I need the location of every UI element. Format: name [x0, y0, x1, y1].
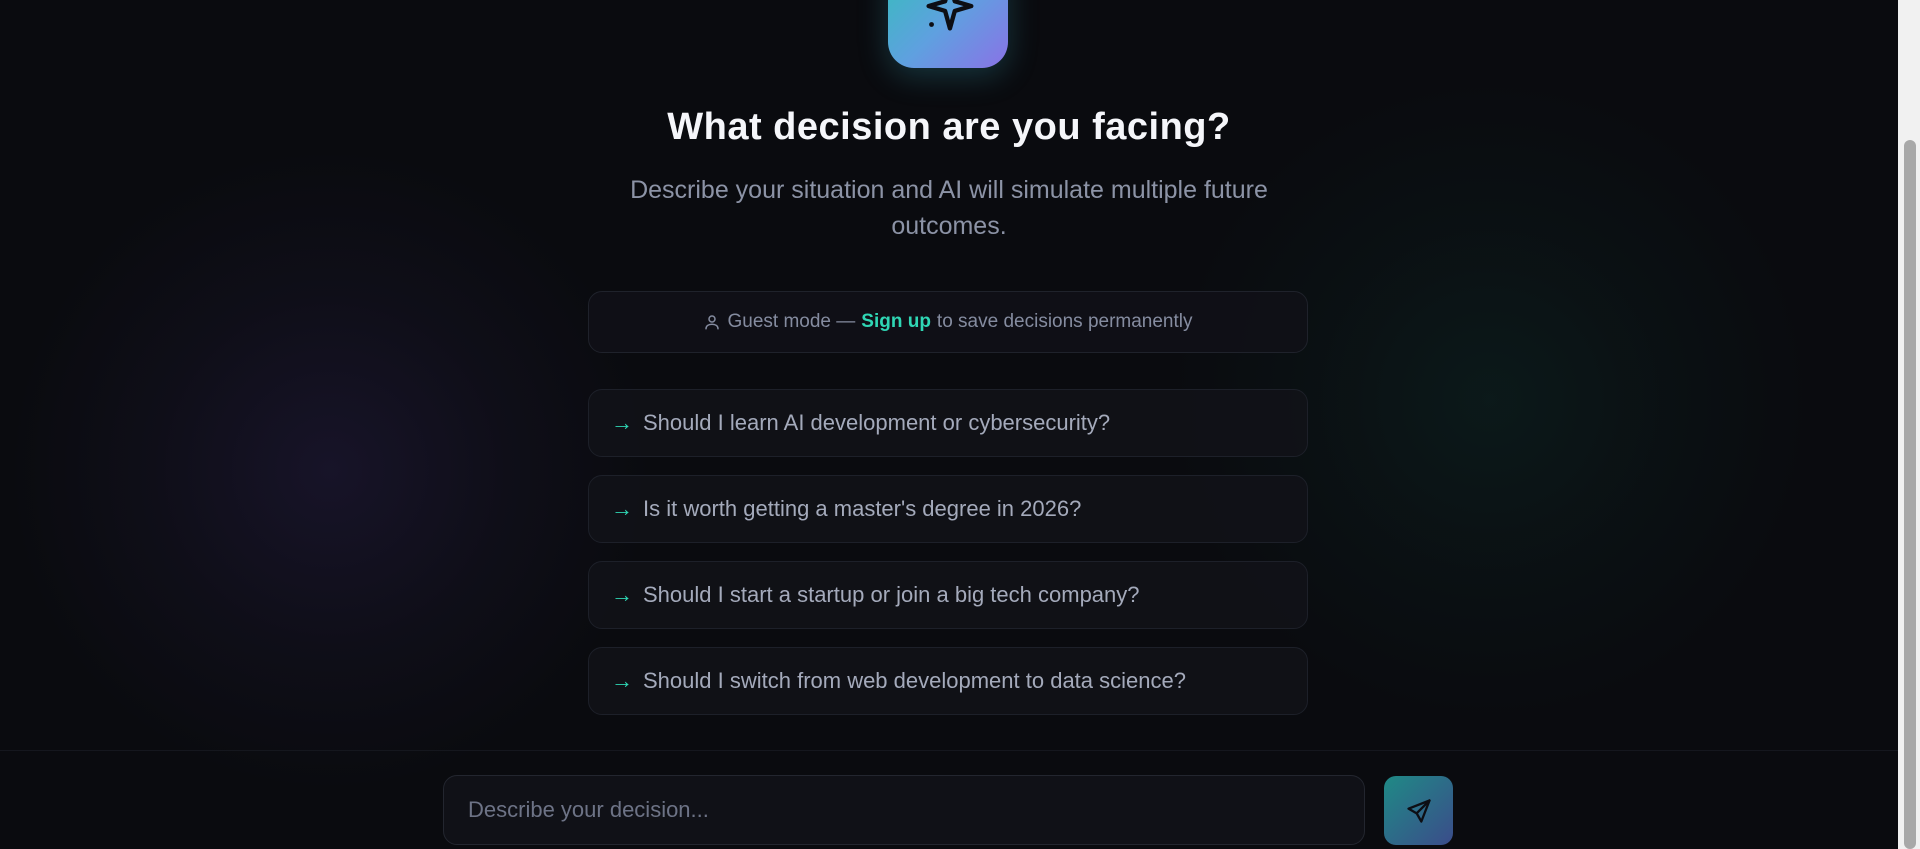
suggestion-item[interactable]: → Should I start a startup or join a big… — [588, 561, 1308, 629]
suggestion-text: Should I switch from web development to … — [643, 668, 1186, 693]
suggestion-item[interactable]: → Is it worth getting a master's degree … — [588, 475, 1308, 543]
send-icon — [1406, 798, 1431, 823]
sparkle-icon — [926, 0, 974, 31]
suggestion-text: Is it worth getting a master's degree in… — [643, 496, 1082, 521]
arrow-right-icon: → — [611, 496, 633, 521]
main-content: What decision are you facing? Describe y… — [0, 0, 1898, 849]
sign-up-link[interactable]: Sign up — [861, 311, 931, 333]
guest-mode-banner: Guest mode — Sign up to save decisions p… — [588, 291, 1308, 353]
arrow-right-icon: → — [611, 410, 633, 435]
suggestion-item[interactable]: → Should I switch from web development t… — [588, 647, 1308, 715]
composer-divider — [0, 750, 1898, 751]
guest-mode-text: Guest mode — — [727, 311, 856, 332]
suggestion-list: → Should I learn AI development or cyber… — [588, 389, 1308, 733]
page: What decision are you facing? Describe y… — [0, 0, 1920, 849]
composer — [443, 775, 1453, 845]
send-button[interactable] — [1384, 776, 1453, 845]
arrow-right-icon: → — [611, 668, 633, 693]
decision-input[interactable] — [443, 775, 1365, 845]
user-icon — [703, 313, 721, 331]
scrollbar-thumb[interactable] — [1904, 140, 1916, 849]
suggestion-text: Should I start a startup or join a big t… — [643, 582, 1140, 607]
page-subtitle: Describe your situation and AI will simu… — [630, 176, 1268, 240]
page-title: What decision are you facing? — [667, 106, 1231, 148]
arrow-right-icon: → — [611, 582, 633, 607]
suggestion-item[interactable]: → Should I learn AI development or cyber… — [588, 389, 1308, 457]
guest-mode-suffix: to save decisions permanently — [936, 311, 1193, 332]
app-logo — [888, 0, 1008, 68]
suggestion-text: Should I learn AI development or cyberse… — [643, 410, 1111, 435]
